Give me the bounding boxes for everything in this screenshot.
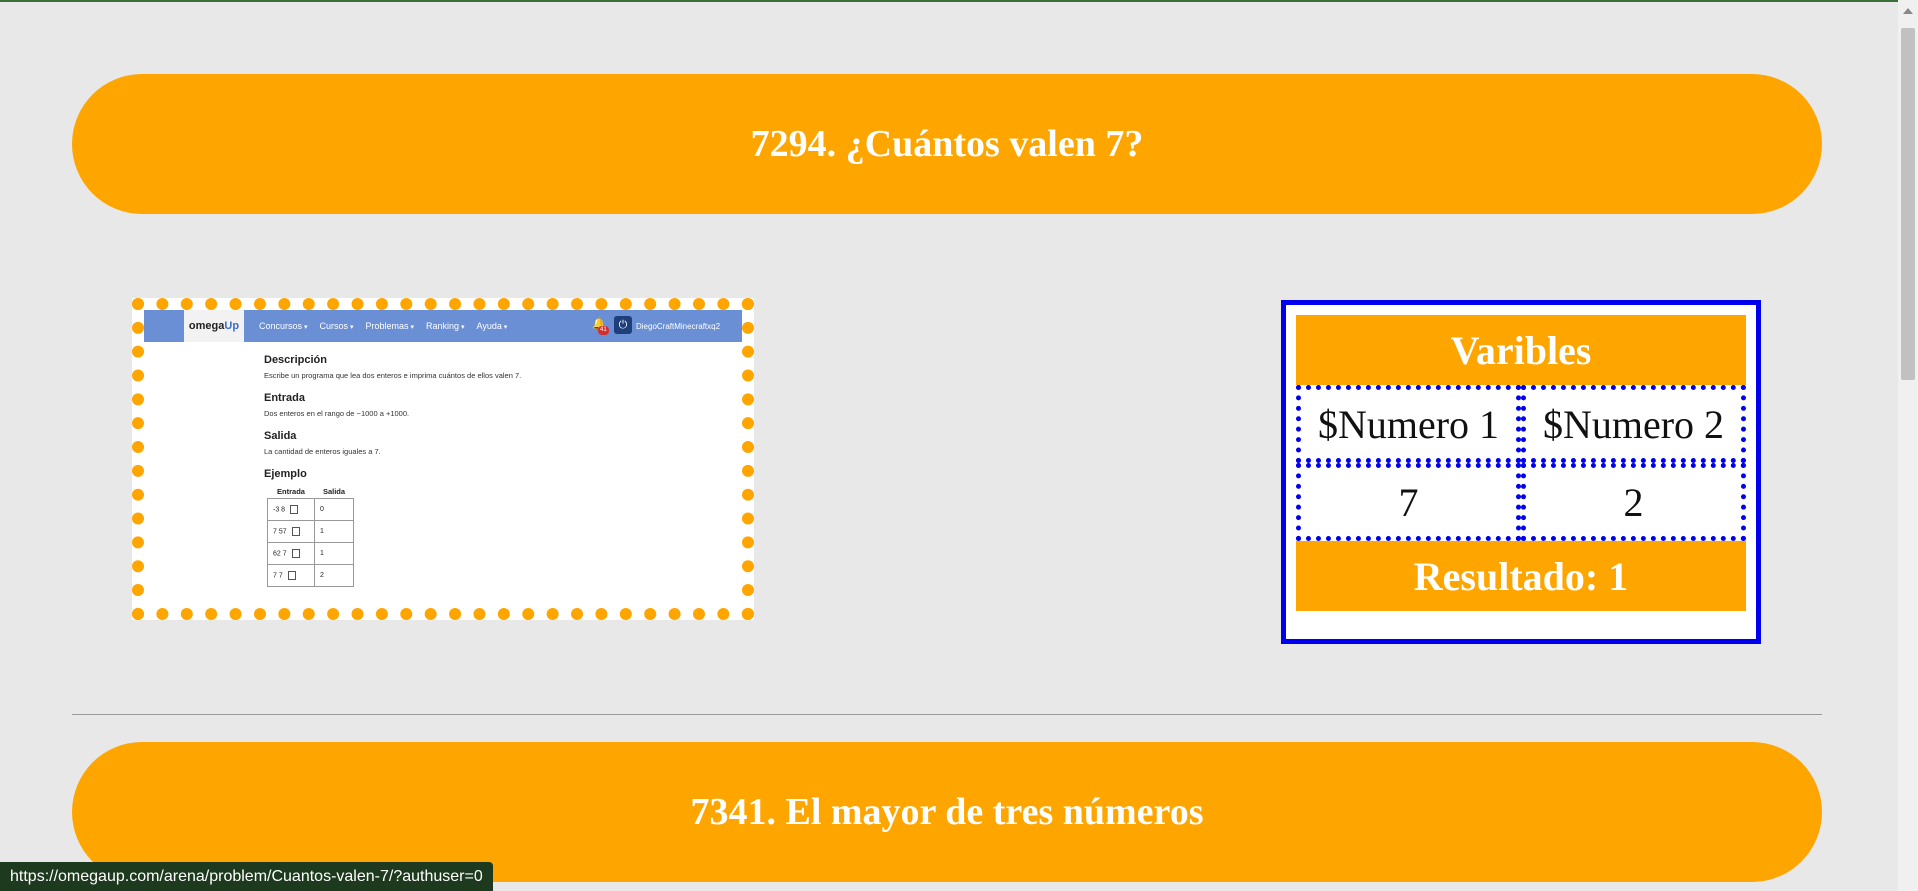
vertical-scrollbar[interactable]: [1898, 0, 1918, 891]
copy-icon: [290, 505, 299, 514]
table-header-salida: Salida: [322, 487, 346, 496]
variables-heading: Varibles: [1296, 315, 1746, 385]
copy-icon: [291, 527, 300, 536]
variable-name-1: $Numero 1: [1296, 385, 1521, 463]
descripcion-heading: Descripción: [264, 354, 327, 366]
problem-title-banner[interactable]: 7294. ¿Cuántos valen 7?: [72, 74, 1822, 214]
omegaup-logo: omega Up: [184, 310, 244, 342]
menu-ayuda: Ayuda: [476, 321, 507, 331]
link-preview-status: https://omegaup.com/arena/problem/Cuanto…: [0, 862, 493, 891]
screenshot-content: Descripción Escribe un programa que lea …: [264, 354, 521, 587]
variables-grid: $Numero 1 $Numero 2 7 2: [1296, 385, 1746, 541]
copy-icon: [287, 571, 296, 580]
window-top-border: [0, 0, 1918, 2]
table-row: -3 8 0: [267, 498, 354, 521]
problem-title[interactable]: 7294. ¿Cuántos valen 7?: [751, 122, 1144, 166]
screenshot-navbar: omegaUp Concursos Cursos Problemas Ranki…: [144, 310, 742, 342]
table-row: 62 7 1: [267, 542, 354, 565]
variable-value-2: 2: [1521, 463, 1746, 541]
descripcion-text: Escribe un programa que lea dos enteros …: [264, 371, 522, 380]
entrada-heading: Entrada: [264, 392, 305, 404]
salida-text: La cantidad de enteros iguales a 7.: [264, 447, 381, 456]
menu-ranking: Ranking: [426, 321, 465, 331]
problem-title-2[interactable]: 7341. El mayor de tres números: [691, 790, 1204, 834]
problem-screenshot-image[interactable]: omegaUp Concursos Cursos Problemas Ranki…: [132, 298, 754, 620]
menu-problemas: Problemas: [365, 321, 414, 331]
result-label: Resultado: 1: [1296, 541, 1746, 611]
table-row: 7 57 1: [267, 520, 354, 543]
menu-concursos: Concursos: [259, 321, 308, 331]
scroll-up-arrow-icon[interactable]: [1903, 8, 1913, 14]
entrada-text: Dos enteros en el rango de −1000 a +1000…: [264, 409, 410, 418]
section-divider: [72, 714, 1822, 715]
notification-badge: 41: [598, 326, 609, 335]
scrollbar-thumb[interactable]: [1901, 28, 1915, 380]
variables-table: Varibles $Numero 1 $Numero 2 7 2 Resulta…: [1281, 300, 1761, 644]
screenshot-username: DiegoCraftMinecraftxq2: [636, 321, 721, 331]
table-header-entrada: Entrada: [277, 487, 305, 496]
screenshot-menu: Concursos Cursos Problemas Ranking Ayuda: [259, 310, 507, 342]
ejemplo-heading: Ejemplo: [264, 468, 307, 480]
example-table: Entrada Salida -3 8 0 7 57 1 62 7 1 7 7 …: [267, 485, 354, 587]
variable-value-1: 7: [1296, 463, 1521, 541]
power-icon: ⏻: [614, 316, 632, 334]
menu-cursos: Cursos: [320, 321, 354, 331]
copy-icon: [291, 549, 300, 558]
salida-heading: Salida: [264, 430, 297, 442]
problem-title-banner-2[interactable]: 7341. El mayor de tres números: [72, 742, 1822, 882]
table-row: 7 7 2: [267, 564, 354, 587]
variable-name-2: $Numero 2: [1521, 385, 1746, 463]
